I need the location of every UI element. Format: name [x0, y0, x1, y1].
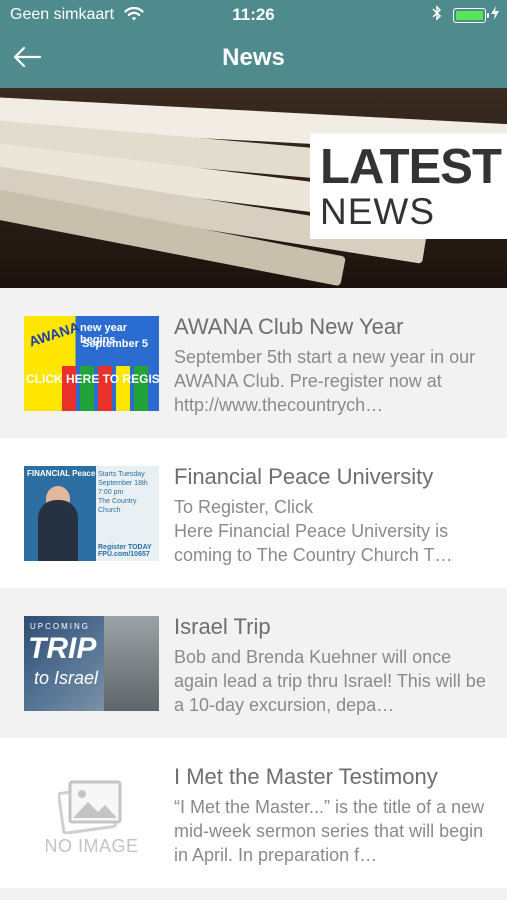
news-item-description: “I Met the Master...” is the title of a … — [174, 797, 485, 865]
charging-bolt-icon — [490, 5, 500, 24]
battery-icon — [453, 8, 489, 23]
news-item-title: AWANA Club New Year — [174, 314, 404, 339]
news-thumbnail: UPCOMING TRIP to Israel — [24, 616, 159, 711]
news-thumbnail: AWANA new year begins September 5 CLICK … — [24, 316, 159, 411]
news-item-title: Financial Peace University — [174, 464, 434, 489]
news-item[interactable]: FINANCIAL Peace Starts Tuesday September… — [0, 438, 507, 588]
latest-news-label: LATEST NEWS — [310, 133, 507, 239]
news-thumbnail: NO IMAGE — [24, 766, 159, 861]
bluetooth-icon — [432, 5, 442, 25]
news-item-description: Bob and Brenda Kuehner will once again l… — [174, 647, 486, 715]
page-title: News — [222, 44, 285, 71]
thumbnail-text: Starts Tuesday September 18th 7:00 pm Th… — [98, 471, 148, 514]
thumbnail-text: Register TODAY FPU.com/10657 — [98, 544, 152, 558]
news-item[interactable]: UPCOMING TRIP to Israel Israel Trip Bob … — [0, 588, 507, 738]
banner-line-latest: LATEST — [320, 140, 502, 194]
banner-line-news: NEWS — [320, 191, 435, 232]
thumbnail-text: TRIP — [28, 632, 97, 665]
thumbnail-text: September 5 — [82, 338, 149, 350]
no-image-label: NO IMAGE — [44, 836, 139, 856]
thumbnail-text: UPCOMING — [30, 622, 90, 631]
latest-news-banner: LATEST NEWS — [0, 88, 507, 288]
news-item-description: To Register, Click Here Financial Peace … — [174, 497, 453, 565]
news-item[interactable]: AWANA new year begins September 5 CLICK … — [0, 288, 507, 438]
news-item-title: I Met the Master Testimony — [174, 764, 438, 789]
awana-logo: AWANA — [26, 318, 82, 350]
status-time: 11:26 — [232, 5, 275, 24]
thumbnail-text: FINANCIAL Peace — [27, 469, 96, 478]
news-thumbnail: FINANCIAL Peace Starts Tuesday September… — [24, 466, 159, 561]
thumbnail-text: CLICK HERE TO REGISTER TODAY — [26, 372, 159, 386]
image-placeholder-icon — [58, 780, 122, 834]
news-item-description: September 5th start a new year in our AW… — [174, 347, 476, 415]
navigation-bar: News — [0, 30, 507, 88]
news-item-title: Israel Trip — [174, 614, 271, 639]
status-bar: Geen simkaart 11:26 — [0, 0, 507, 30]
news-item[interactable]: NO IMAGE I Met the Master Testimony “I M… — [0, 738, 507, 888]
thumbnail-text: to Israel — [34, 668, 99, 688]
